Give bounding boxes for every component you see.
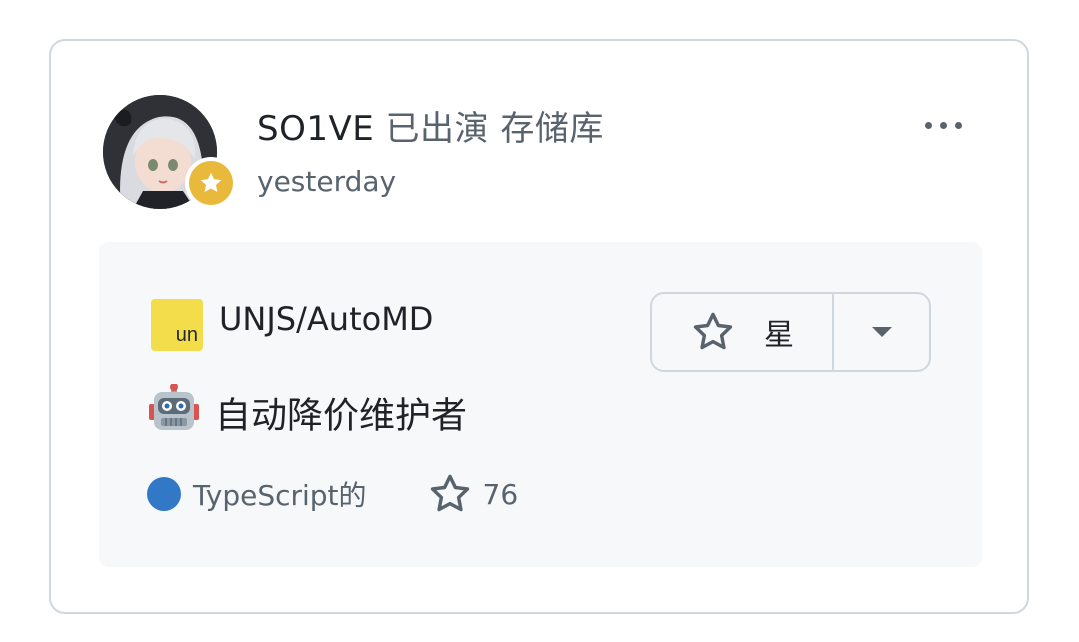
star-dropdown-button[interactable] <box>834 294 929 370</box>
event-timestamp: yesterday <box>257 165 397 198</box>
language-color-dot <box>147 477 181 511</box>
star-outline-icon <box>430 474 469 512</box>
repo-description: 自动降价维护者 <box>149 383 468 441</box>
star-button-group: 星 <box>650 292 931 372</box>
star-button-label: 星 <box>764 318 794 353</box>
star-button[interactable]: 星 <box>652 294 834 370</box>
repo-panel: un UNJS/AutoMD 星 自动降价维护者 TypeScript的 76 <box>99 242 982 567</box>
triangle-down-icon <box>871 327 892 337</box>
activity-card: SO1VE 已出演 存储库 yesterday un UNJS/AutoMD 星 <box>49 39 1029 614</box>
kebab-dot <box>939 121 947 129</box>
actor-link[interactable]: SO1VE <box>257 109 374 149</box>
repo-language: TypeScript的 <box>193 479 367 512</box>
star-outline-icon <box>693 312 733 350</box>
event-title: SO1VE 已出演 存储库 <box>257 101 604 150</box>
repo-description-text: 自动降价维护者 <box>215 395 468 437</box>
repo-name-link[interactable]: UNJS/AutoMD <box>219 300 433 338</box>
user-avatar-container[interactable] <box>103 95 237 213</box>
robot-icon <box>149 383 199 441</box>
event-action: 已出演 存储库 <box>385 109 604 149</box>
star-count: 76 <box>482 477 519 511</box>
kebab-horizontal-icon <box>924 121 932 129</box>
more-options-button[interactable] <box>915 107 971 143</box>
kebab-dot <box>954 121 962 129</box>
stargazers-link[interactable]: 76 <box>427 471 519 517</box>
star-badge-icon <box>189 161 233 205</box>
star-badge <box>185 157 237 209</box>
repo-meta: TypeScript的 76 <box>147 474 518 514</box>
org-logo-text: un <box>175 324 198 346</box>
org-logo[interactable]: un <box>151 299 203 351</box>
